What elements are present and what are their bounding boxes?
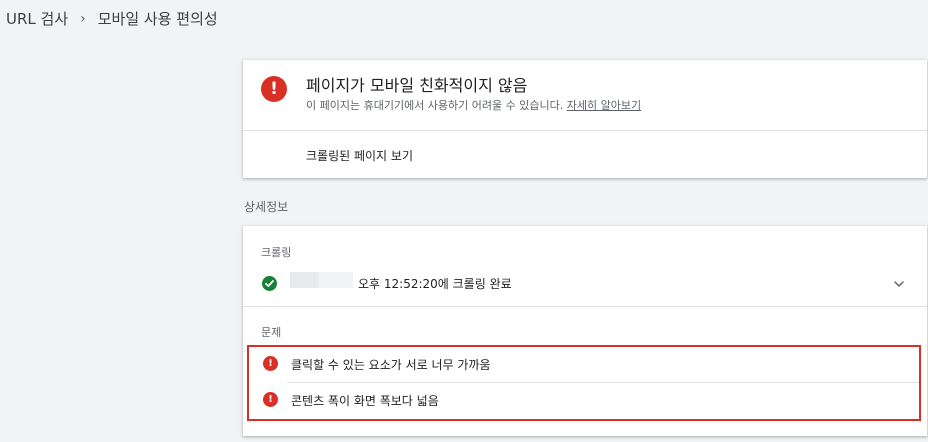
learn-more-link[interactable]: 자세히 알아보기 bbox=[567, 99, 641, 112]
issue-item[interactable]: ! 콘텐츠 폭이 화면 폭보다 넓음 bbox=[249, 383, 919, 419]
crawl-status-text: 오후 12:52:20에 크롤링 완료 bbox=[358, 277, 512, 291]
error-icon: ! bbox=[261, 76, 287, 102]
issue-text: 클릭할 수 있는 요소가 서로 너무 가까움 bbox=[291, 358, 491, 372]
details-card: 크롤링 오후 12:52:20에 크롤링 완료 문제 ! 클릭할 수 있는 요소… bbox=[243, 226, 927, 436]
status-row: ! 페이지가 모바일 친화적이지 않음 이 페이지는 휴대기기에서 사용하기 어… bbox=[243, 60, 927, 131]
crawl-row[interactable]: 오후 12:52:20에 크롤링 완료 bbox=[243, 270, 927, 298]
breadcrumb-current: 모바일 사용 편의성 bbox=[97, 10, 218, 28]
error-icon: ! bbox=[263, 392, 278, 407]
issues-label: 문제 bbox=[261, 326, 282, 339]
crawl-label: 크롤링 bbox=[261, 246, 292, 259]
details-heading: 상세정보 bbox=[244, 200, 289, 214]
status-subtitle: 이 페이지는 휴대기기에서 사용하기 어려울 수 있습니다. 자세히 알아보기 bbox=[306, 97, 641, 113]
issue-item[interactable]: ! 클릭할 수 있는 요소가 서로 너무 가까움 bbox=[249, 347, 919, 383]
check-circle-icon bbox=[262, 276, 277, 291]
breadcrumb-separator-icon: › bbox=[80, 10, 86, 27]
error-icon: ! bbox=[263, 356, 278, 371]
status-card: ! 페이지가 모바일 친화적이지 않음 이 페이지는 휴대기기에서 사용하기 어… bbox=[243, 60, 927, 178]
breadcrumb: URL 검사 › 모바일 사용 편의성 bbox=[6, 8, 218, 29]
divider bbox=[243, 306, 927, 307]
redacted-date bbox=[290, 272, 353, 288]
issues-list: ! 클릭할 수 있는 요소가 서로 너무 가까움 ! 콘텐츠 폭이 화면 폭보다… bbox=[247, 345, 921, 421]
view-crawled-page-button[interactable]: 크롤링된 페이지 보기 bbox=[306, 147, 413, 164]
status-subtitle-text: 이 페이지는 휴대기기에서 사용하기 어려울 수 있습니다. bbox=[306, 99, 564, 112]
status-title: 페이지가 모바일 친화적이지 않음 bbox=[306, 76, 528, 95]
breadcrumb-root[interactable]: URL 검사 bbox=[6, 8, 68, 29]
issue-text: 콘텐츠 폭이 화면 폭보다 넓음 bbox=[291, 394, 439, 408]
chevron-down-icon[interactable] bbox=[891, 276, 907, 292]
